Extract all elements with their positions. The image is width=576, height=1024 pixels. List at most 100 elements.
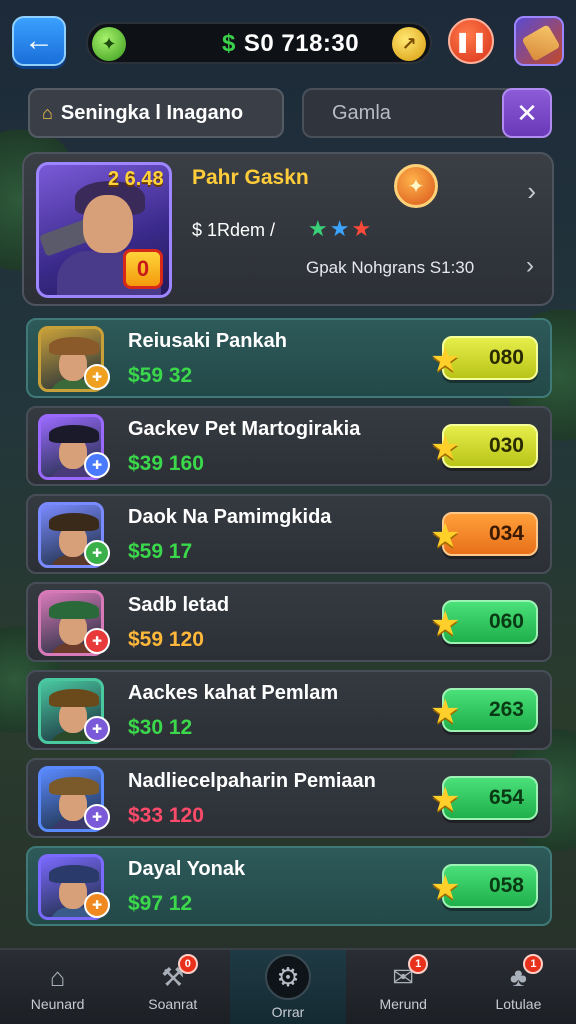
class-badge-icon: ✚ bbox=[84, 628, 110, 654]
clear-search-button[interactable]: ✕ bbox=[502, 88, 552, 138]
buy-button-label: 058 bbox=[488, 874, 524, 897]
currency-bar: ✦ $ S0 718:30 ↗ bbox=[86, 22, 432, 64]
cash-symbol: $ bbox=[222, 30, 236, 57]
featured-card[interactable]: 0 2 6.48 Pahr Gaskn ✦ › $ 1Rdem / ★ ★ ★ Gp… bbox=[22, 152, 554, 306]
bottom-nav: ⌂ Neunard ⚒ 0 Soanrat ⚙ Orrar ✉ 1 Merund ♣… bbox=[0, 948, 576, 1024]
buy-button-label: 080 bbox=[488, 346, 524, 369]
list-item[interactable]: ✚ Dayal Yonak $97 12 ★ 058 bbox=[26, 846, 552, 926]
character-list: ✚ Reiusaki Pankah $59 32 ★ 080 ✚ Gackev … bbox=[26, 318, 552, 934]
emblem-icon: ✦ bbox=[394, 164, 438, 208]
buy-button-label: 263 bbox=[488, 698, 524, 721]
item-name: Reiusaki Pankah bbox=[128, 330, 287, 352]
team-icon: ♣ 1 bbox=[501, 954, 544, 992]
star-icon: ★ bbox=[430, 341, 461, 379]
arrow-left-icon: ← bbox=[24, 24, 54, 57]
star-icon: ★ bbox=[430, 693, 461, 731]
class-badge-icon: ✚ bbox=[84, 716, 110, 742]
featured-badge: 0 bbox=[123, 249, 163, 289]
item-name: Nadliecelpaharin Pemiaan bbox=[128, 770, 376, 792]
class-badge-icon: ✚ bbox=[84, 892, 110, 918]
item-name: Aackes kahat Pemlam bbox=[128, 682, 339, 704]
item-name: Daok Na Pamimgkida bbox=[128, 506, 332, 528]
buy-button[interactable]: ★ 030 bbox=[430, 424, 538, 468]
item-name: Sadb letad bbox=[128, 594, 230, 616]
nav-item-gear[interactable]: ⚙ Orrar bbox=[230, 950, 346, 1024]
home-icon: ⌂ bbox=[49, 961, 66, 992]
notification-badge: 1 bbox=[523, 954, 544, 974]
cash-display: $ S0 718:30 bbox=[222, 30, 359, 58]
class-badge-icon: ✚ bbox=[84, 364, 110, 390]
buy-button-label: 654 bbox=[488, 786, 524, 809]
search-row: ⌂ Seningka l Inagano Gamla ✕ bbox=[26, 88, 552, 140]
item-price: $30 12 bbox=[128, 716, 193, 739]
buy-button[interactable]: ★ 263 bbox=[430, 688, 538, 732]
nav-item-team[interactable]: ♣ 1 Lotulae bbox=[461, 950, 576, 1024]
item-price: $97 12 bbox=[128, 892, 193, 915]
star-green-icon: ★ bbox=[308, 216, 328, 241]
featured-subtitle: $ 1Rdem / bbox=[192, 220, 276, 240]
nav-label: Orrar bbox=[271, 1004, 305, 1020]
cash-amount: S0 718:30 bbox=[243, 30, 360, 57]
buy-button[interactable]: ★ 058 bbox=[430, 864, 538, 908]
nav-label: Merund bbox=[379, 996, 427, 1012]
buy-button-label: 060 bbox=[488, 610, 524, 633]
nav-item-mail[interactable]: ✉ 1 Merund bbox=[346, 950, 461, 1024]
item-price: $39 160 bbox=[128, 452, 204, 475]
featured-price: 2 6.48 bbox=[108, 168, 164, 190]
buy-button[interactable]: ★ 060 bbox=[430, 600, 538, 644]
filter-label: Seningka l Inagano bbox=[60, 101, 244, 124]
chevron-right-icon[interactable]: › bbox=[527, 176, 536, 207]
list-item[interactable]: ✚ Daok Na Pamimgkida $59 17 ★ 034 bbox=[26, 494, 552, 574]
filter-chip[interactable]: ⌂ Seningka l Inagano bbox=[28, 88, 284, 138]
back-button[interactable]: ← bbox=[12, 16, 66, 66]
star-icon: ★ bbox=[430, 517, 461, 555]
nav-item-crafting[interactable]: ⚒ 0 Soanrat bbox=[115, 950, 230, 1024]
pause-icon: ❚❚ bbox=[454, 30, 488, 53]
item-price: $59 32 bbox=[128, 364, 193, 387]
buy-button[interactable]: ★ 654 bbox=[430, 776, 538, 820]
item-price: $59 17 bbox=[128, 540, 193, 563]
star-icon: ★ bbox=[430, 869, 461, 907]
featured-description: Gpak Nohgrans S1:30 bbox=[306, 258, 475, 277]
coin-icon[interactable]: ↗ bbox=[392, 27, 426, 61]
list-item[interactable]: ✚ Aackes kahat Pemlam $30 12 ★ 263 bbox=[26, 670, 552, 750]
close-icon: ✕ bbox=[516, 97, 538, 128]
mail-icon: ✉ 1 bbox=[386, 954, 429, 992]
nav-label: Lotulae bbox=[495, 996, 542, 1012]
star-red-icon: ★ bbox=[351, 216, 372, 241]
gear-icon: ⚙ bbox=[265, 954, 311, 1000]
star-icon: ★ bbox=[430, 605, 461, 643]
crafting-icon: ⚒ 0 bbox=[156, 954, 198, 992]
item-price: $33 120 bbox=[128, 804, 204, 827]
item-name: Gackev Pet Martogirakia bbox=[128, 418, 361, 440]
class-badge-icon: ✚ bbox=[84, 452, 110, 478]
class-badge-icon: ✚ bbox=[84, 540, 110, 566]
star-blue-icon: ★ bbox=[329, 216, 350, 241]
class-badge-icon: ✚ bbox=[84, 804, 110, 830]
notification-badge: 0 bbox=[177, 954, 198, 974]
list-item[interactable]: ✚ Reiusaki Pankah $59 32 ★ 080 bbox=[26, 318, 552, 398]
buy-button-label: 030 bbox=[488, 434, 524, 457]
list-item[interactable]: ✚ Sadb letad $59 120 ★ 060 bbox=[26, 582, 552, 662]
top-bar: ← ✦ $ S0 718:30 ↗ ❚❚ bbox=[10, 14, 566, 70]
nav-item-home[interactable]: ⌂ Neunard bbox=[0, 950, 115, 1024]
nav-label: Soanrat bbox=[148, 996, 198, 1012]
star-icon: ★ bbox=[430, 781, 461, 819]
buy-button-label: 034 bbox=[488, 522, 524, 545]
pause-button[interactable]: ❚❚ bbox=[448, 18, 494, 64]
star-icon: ★ bbox=[430, 429, 461, 467]
item-name: Dayal Yonak bbox=[128, 858, 246, 880]
house-icon: ⌂ bbox=[42, 102, 53, 123]
buy-button[interactable]: ★ 080 bbox=[430, 336, 538, 380]
notification-badge: 1 bbox=[408, 954, 429, 974]
profile-avatar[interactable] bbox=[514, 16, 564, 66]
featured-title: Pahr Gaskn bbox=[192, 166, 309, 189]
gem-icon[interactable]: ✦ bbox=[92, 27, 126, 61]
list-item[interactable]: ✚ Nadliecelpaharin Pemiaan $33 120 ★ 654 bbox=[26, 758, 552, 838]
featured-stars: ★ ★ ★ bbox=[308, 216, 371, 242]
list-item[interactable]: ✚ Gackev Pet Martogirakia $39 160 ★ 030 bbox=[26, 406, 552, 486]
nav-label: Neunard bbox=[30, 996, 85, 1012]
chevron-right-icon[interactable]: › bbox=[526, 252, 534, 280]
buy-button[interactable]: ★ 034 bbox=[430, 512, 538, 556]
item-price: $59 120 bbox=[128, 628, 204, 651]
